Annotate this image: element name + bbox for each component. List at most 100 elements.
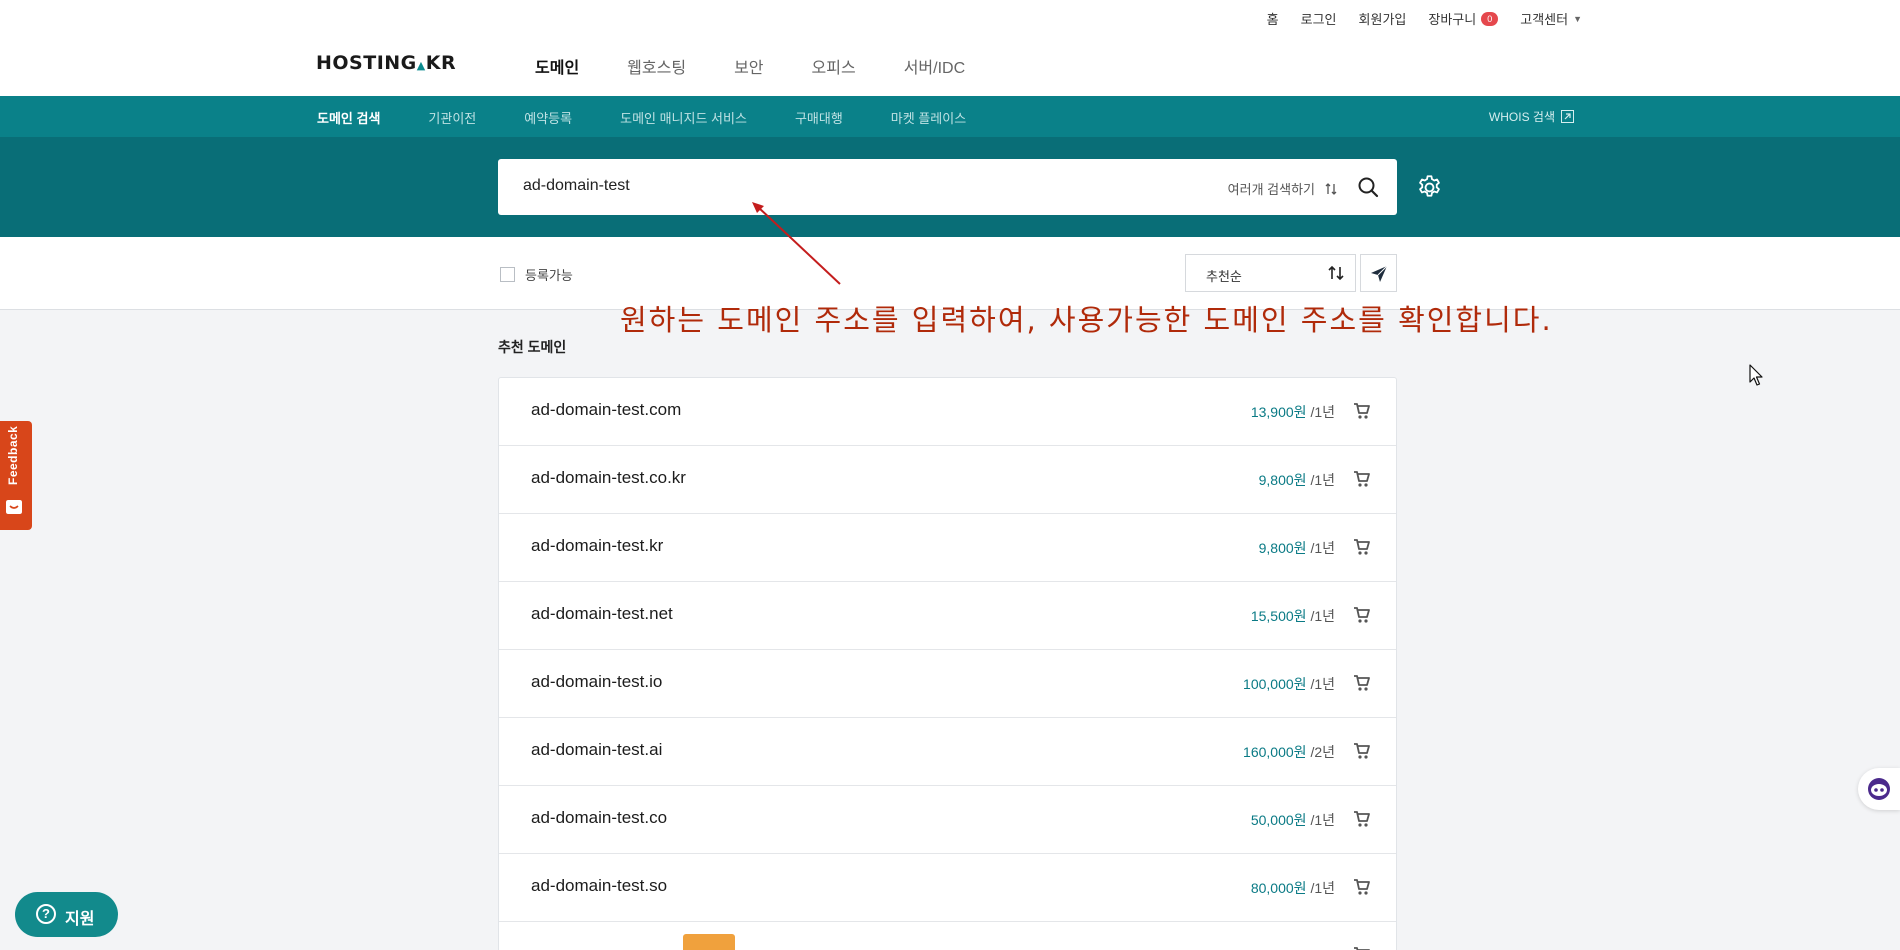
subnav-purchase-agent[interactable]: 구매대행 bbox=[795, 108, 843, 127]
price-amount: 9,800원 bbox=[1258, 472, 1307, 488]
domain-price: 160,000원 /2년 bbox=[1243, 742, 1335, 762]
price-period: /1년 bbox=[1310, 540, 1335, 556]
domain-price: 9,800원 /1년 bbox=[1259, 470, 1335, 490]
login-link[interactable]: 로그인 bbox=[1301, 9, 1337, 28]
list-item[interactable]: ad-domain-test.kr 9,800원 /1년 bbox=[499, 514, 1396, 582]
domain-price: 100,000원 /1년 bbox=[1243, 674, 1335, 694]
annotation-text: 원하는 도메인 주소를 입력하여, 사용가능한 도메인 주소를 확인합니다. bbox=[620, 303, 1553, 337]
sort-label: 추천순 bbox=[1206, 269, 1242, 284]
sort-select[interactable]: 추천순 bbox=[1185, 254, 1356, 292]
promo-badge bbox=[683, 934, 735, 950]
list-item[interactable] bbox=[499, 922, 1396, 950]
send-icon bbox=[1371, 265, 1388, 282]
subnav-transfer[interactable]: 기관이전 bbox=[428, 108, 476, 127]
send-button[interactable] bbox=[1360, 254, 1397, 292]
price-amount: 80,000원 bbox=[1250, 880, 1307, 896]
cart-icon[interactable] bbox=[1352, 809, 1372, 829]
cart-count-badge: 0 bbox=[1481, 11, 1499, 26]
signup-link[interactable]: 회원가입 bbox=[1359, 9, 1407, 28]
main-nav-items: 도메인 웹호스팅 보안 오피스 서버/IDC bbox=[535, 54, 965, 78]
search-band: ad-domain-test 여러개 검색하기 bbox=[0, 137, 1900, 237]
feedback-tab[interactable]: Feedback bbox=[0, 421, 32, 530]
home-link[interactable]: 홈 bbox=[1267, 9, 1279, 28]
available-only-checkbox[interactable]: 등록가능 bbox=[500, 265, 573, 284]
price-amount: 50,000원 bbox=[1250, 812, 1307, 828]
domain-price: 80,000원 /1년 bbox=[1251, 878, 1335, 898]
domain-price: 50,000원 /1년 bbox=[1251, 810, 1335, 830]
subnav-managed-service[interactable]: 도메인 매니지드 서비스 bbox=[620, 108, 747, 127]
chat-bot-button[interactable] bbox=[1858, 768, 1900, 810]
domain-results-list: ad-domain-test.com 13,900원 /1년 ad-domain… bbox=[498, 377, 1397, 950]
nav-webhosting[interactable]: 웹호스팅 bbox=[627, 54, 686, 78]
subnav-marketplace[interactable]: 마켓 플레이스 bbox=[891, 108, 966, 127]
domain-price: 9,800원 /1년 bbox=[1259, 538, 1335, 558]
price-amount: 9,800원 bbox=[1258, 540, 1307, 556]
nav-security[interactable]: 보안 bbox=[734, 54, 763, 78]
price-amount: 13,900원 bbox=[1250, 404, 1307, 420]
cart-link[interactable]: 장바구니 0 bbox=[1428, 9, 1499, 28]
cart-label: 장바구니 bbox=[1428, 12, 1477, 27]
cart-icon[interactable] bbox=[1352, 537, 1372, 557]
nav-domain[interactable]: 도메인 bbox=[535, 54, 579, 78]
search-input-value: ad-domain-test bbox=[523, 177, 630, 194]
utility-links: 홈 로그인 회원가입 장바구니 0 고객센터 ▼ bbox=[1267, 9, 1582, 28]
feedback-label: Feedback bbox=[6, 425, 20, 485]
price-amount: 160,000원 bbox=[1243, 744, 1307, 760]
price-period: /2년 bbox=[1310, 744, 1335, 760]
caret-down-icon: ▼ bbox=[1573, 13, 1582, 24]
sort-icon bbox=[1328, 265, 1344, 281]
subnav-reservation[interactable]: 예약등록 bbox=[524, 108, 572, 127]
gear-icon[interactable] bbox=[1416, 174, 1443, 201]
subnav-domain-search[interactable]: 도메인 검색 bbox=[317, 108, 380, 127]
mouse-cursor-icon bbox=[1749, 364, 1763, 386]
utility-bar: 홈 로그인 회원가입 장바구니 0 고객센터 ▼ bbox=[0, 0, 1900, 34]
nav-server-idc[interactable]: 서버/IDC bbox=[904, 54, 965, 78]
sub-nav: 도메인 검색 기관이전 예약등록 도메인 매니지드 서비스 구매대행 마켓 플레… bbox=[0, 96, 1900, 137]
list-item[interactable]: ad-domain-test.com 13,900원 /1년 bbox=[499, 378, 1396, 446]
nav-office[interactable]: 오피스 bbox=[812, 54, 856, 78]
domain-name: ad-domain-test.ai bbox=[531, 740, 663, 759]
list-item[interactable]: ad-domain-test.net 15,500원 /1년 bbox=[499, 582, 1396, 650]
section-title: 추천 도메인 bbox=[498, 339, 567, 355]
list-item[interactable]: ad-domain-test.ai 160,000원 /2년 bbox=[499, 718, 1396, 786]
cart-icon[interactable] bbox=[1352, 877, 1372, 897]
cart-icon[interactable] bbox=[1352, 605, 1372, 625]
list-item[interactable]: ad-domain-test.co.kr 9,800원 /1년 bbox=[499, 446, 1396, 514]
domain-name: ad-domain-test.co bbox=[531, 808, 668, 827]
price-period: /1년 bbox=[1310, 404, 1335, 420]
domain-price: 13,900원 /1년 bbox=[1251, 402, 1335, 422]
domain-name: ad-domain-test.io bbox=[531, 672, 663, 691]
support-label: 지원 bbox=[65, 911, 95, 928]
list-item[interactable]: ad-domain-test.co 50,000원 /1년 bbox=[499, 786, 1396, 854]
multi-search-label: 여러개 검색하기 bbox=[1227, 182, 1315, 197]
domain-name: ad-domain-test.net bbox=[531, 604, 673, 623]
question-icon: ? bbox=[36, 904, 56, 924]
checkbox-box bbox=[500, 267, 515, 282]
price-period: /1년 bbox=[1310, 472, 1335, 488]
logo-text-pre: HOSTING bbox=[316, 52, 417, 74]
support-button[interactable]: ? 지원 bbox=[15, 892, 118, 937]
cart-icon[interactable] bbox=[1352, 469, 1372, 489]
cart-icon[interactable] bbox=[1352, 401, 1372, 421]
domain-name: ad-domain-test.co.kr bbox=[531, 468, 686, 487]
chat-bot-icon bbox=[1868, 778, 1890, 800]
search-icon[interactable] bbox=[1357, 176, 1379, 198]
price-amount: 100,000원 bbox=[1243, 676, 1307, 692]
price-period: /1년 bbox=[1310, 812, 1335, 828]
support-center-menu[interactable]: 고객센터 ▼ bbox=[1520, 9, 1582, 28]
cart-icon[interactable] bbox=[1352, 741, 1372, 761]
logo[interactable]: HOSTING▲KR bbox=[316, 52, 456, 74]
domain-search-input[interactable]: ad-domain-test 여러개 검색하기 bbox=[498, 159, 1397, 215]
multi-search-icon bbox=[1325, 182, 1337, 195]
cart-icon[interactable] bbox=[1352, 945, 1372, 950]
external-link-icon bbox=[1561, 110, 1574, 123]
multi-search-toggle[interactable]: 여러개 검색하기 bbox=[1228, 179, 1337, 198]
cart-icon[interactable] bbox=[1352, 673, 1372, 693]
whois-link[interactable]: WHOIS 검색 bbox=[1489, 108, 1574, 125]
list-item[interactable]: ad-domain-test.so 80,000원 /1년 bbox=[499, 854, 1396, 922]
price-amount: 15,500원 bbox=[1250, 608, 1307, 624]
domain-name: ad-domain-test.com bbox=[531, 400, 682, 419]
sub-nav-items: 도메인 검색 기관이전 예약등록 도메인 매니지드 서비스 구매대행 마켓 플레… bbox=[317, 108, 966, 127]
list-item[interactable]: ad-domain-test.io 100,000원 /1년 bbox=[499, 650, 1396, 718]
main-nav: HOSTING▲KR 도메인 웹호스팅 보안 오피스 서버/IDC bbox=[0, 34, 1900, 96]
